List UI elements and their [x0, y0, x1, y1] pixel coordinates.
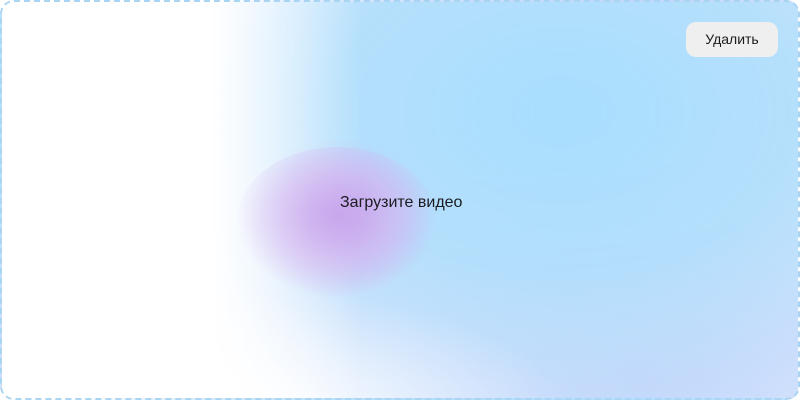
background-purple-glow: [237, 147, 437, 297]
background-white-fade: [2, 2, 362, 398]
background-bottom-fade: [2, 258, 562, 398]
upload-prompt-label: Загрузите видео: [340, 194, 463, 211]
delete-button[interactable]: Удалить: [686, 22, 778, 57]
video-upload-dropzone[interactable]: Загрузите видео Удалить: [0, 0, 800, 400]
